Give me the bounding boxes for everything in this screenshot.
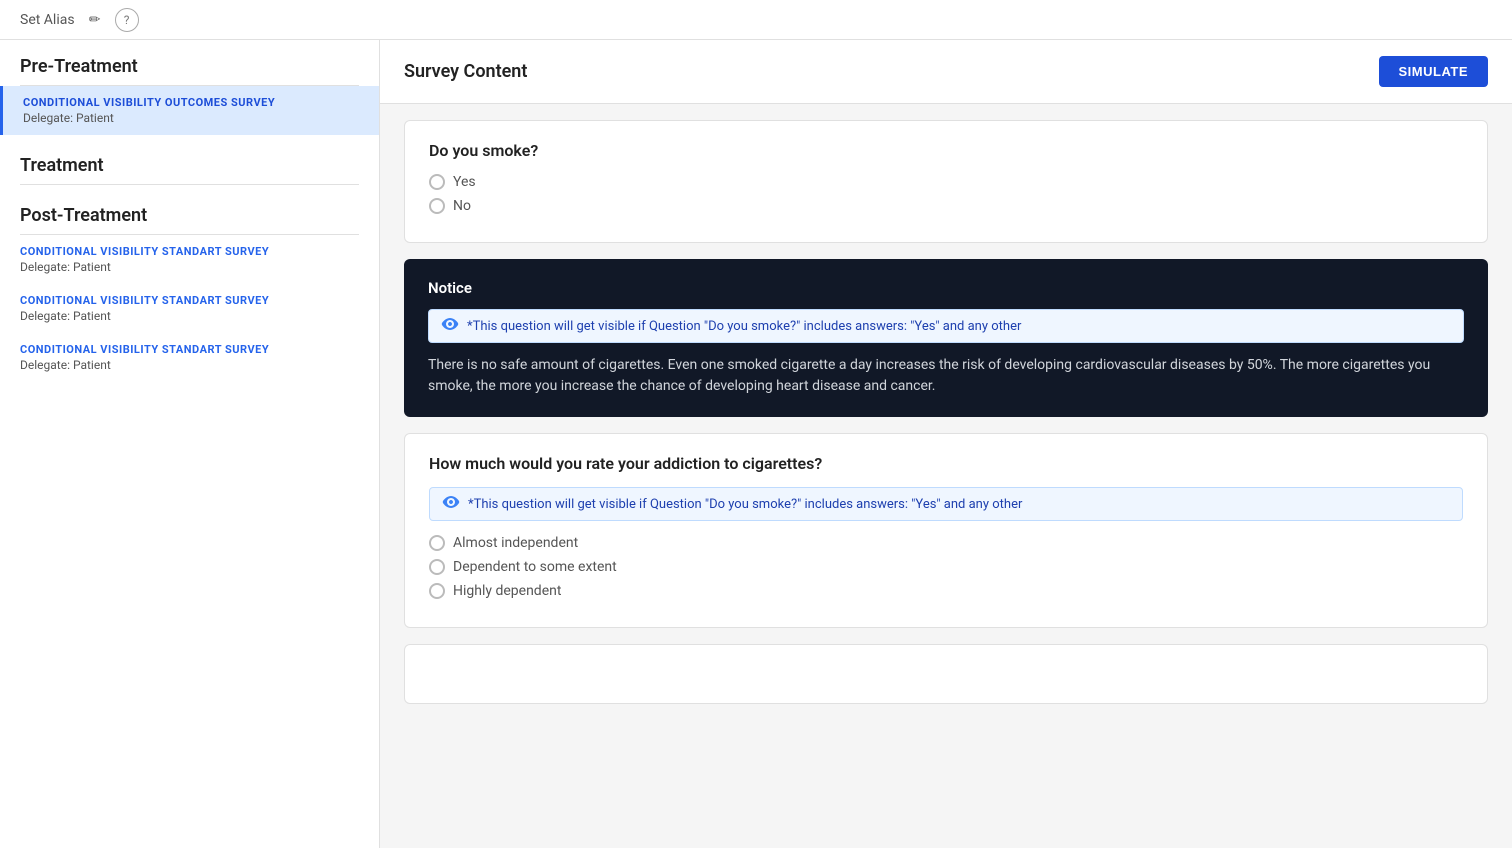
content-body: Do you smoke? Yes No Notice [380, 104, 1512, 720]
question1-card: Do you smoke? Yes No [404, 120, 1488, 243]
radio-independent-circle [429, 535, 445, 551]
sidebar: Pre-Treatment CONDITIONAL VISIBILITY OUT… [0, 40, 380, 848]
post-treatment-label: Post-Treatment [0, 185, 379, 234]
question2-title: How much would you rate your addiction t… [429, 454, 1463, 473]
top-bar: Set Alias ✏ ? [0, 0, 1512, 40]
survey-content-title: Survey Content [404, 61, 527, 82]
sidebar-item-pre-1-delegate: Delegate: Patient [23, 111, 359, 125]
radio-no-label: No [453, 198, 471, 214]
help-icon[interactable]: ? [115, 8, 139, 32]
sidebar-item-post-2-name: CONDITIONAL VISIBILITY STANDART SURVEY [20, 294, 359, 307]
sidebar-item-pre-1[interactable]: CONDITIONAL VISIBILITY OUTCOMES SURVEY D… [0, 86, 379, 135]
question2-option-2[interactable]: Dependent to some extent [429, 559, 1463, 575]
last-card [404, 644, 1488, 704]
radio-highly-label: Highly dependent [453, 583, 561, 599]
pre-treatment-label: Pre-Treatment [0, 40, 379, 85]
radio-yes-label: Yes [453, 174, 476, 190]
question1-title: Do you smoke? [429, 141, 1463, 160]
set-alias-label: Set Alias [20, 12, 75, 28]
radio-dependent-label: Dependent to some extent [453, 559, 617, 575]
sidebar-item-post-1[interactable]: CONDITIONAL VISIBILITY STANDART SURVEY D… [0, 235, 379, 284]
question2-option-3[interactable]: Highly dependent [429, 583, 1463, 599]
question2-visibility-banner: *This question will get visible if Quest… [429, 487, 1463, 521]
notice-card: Notice *This question will get visible i… [404, 259, 1488, 417]
radio-no-circle [429, 198, 445, 214]
radio-independent-label: Almost independent [453, 535, 578, 551]
simulate-button[interactable]: SIMULATE [1379, 56, 1488, 87]
treatment-label: Treatment [0, 135, 379, 184]
question2-card: How much would you rate your addiction t… [404, 433, 1488, 628]
sidebar-item-post-3-name: CONDITIONAL VISIBILITY STANDART SURVEY [20, 343, 359, 356]
content-header: Survey Content SIMULATE [380, 40, 1512, 104]
notice-visibility-banner: *This question will get visible if Quest… [428, 309, 1464, 343]
main-layout: Pre-Treatment CONDITIONAL VISIBILITY OUT… [0, 40, 1512, 848]
sidebar-item-post-1-name: CONDITIONAL VISIBILITY STANDART SURVEY [20, 245, 359, 258]
notice-body-text: There is no safe amount of cigarettes. E… [428, 355, 1464, 397]
question1-option-no[interactable]: No [429, 198, 1463, 214]
eye-icon [441, 318, 459, 334]
notice-visibility-text: *This question will get visible if Quest… [467, 319, 1021, 334]
sidebar-item-post-2-delegate: Delegate: Patient [20, 309, 359, 323]
radio-yes-circle [429, 174, 445, 190]
radio-highly-circle [429, 583, 445, 599]
question2-option-1[interactable]: Almost independent [429, 535, 1463, 551]
sidebar-item-post-3[interactable]: CONDITIONAL VISIBILITY STANDART SURVEY D… [0, 333, 379, 382]
eye-icon-2 [442, 496, 460, 512]
question1-option-yes[interactable]: Yes [429, 174, 1463, 190]
sidebar-item-post-2[interactable]: CONDITIONAL VISIBILITY STANDART SURVEY D… [0, 284, 379, 333]
radio-dependent-circle [429, 559, 445, 575]
sidebar-item-post-1-delegate: Delegate: Patient [20, 260, 359, 274]
content-area: Survey Content SIMULATE Do you smoke? Ye… [380, 40, 1512, 848]
edit-alias-icon[interactable]: ✏ [83, 8, 107, 32]
notice-title: Notice [428, 279, 1464, 297]
question2-visibility-text: *This question will get visible if Quest… [468, 497, 1022, 512]
app-container: Set Alias ✏ ? Pre-Treatment CONDITIONAL … [0, 0, 1512, 848]
sidebar-item-post-3-delegate: Delegate: Patient [20, 358, 359, 372]
sidebar-item-pre-1-name: CONDITIONAL VISIBILITY OUTCOMES SURVEY [23, 96, 359, 109]
